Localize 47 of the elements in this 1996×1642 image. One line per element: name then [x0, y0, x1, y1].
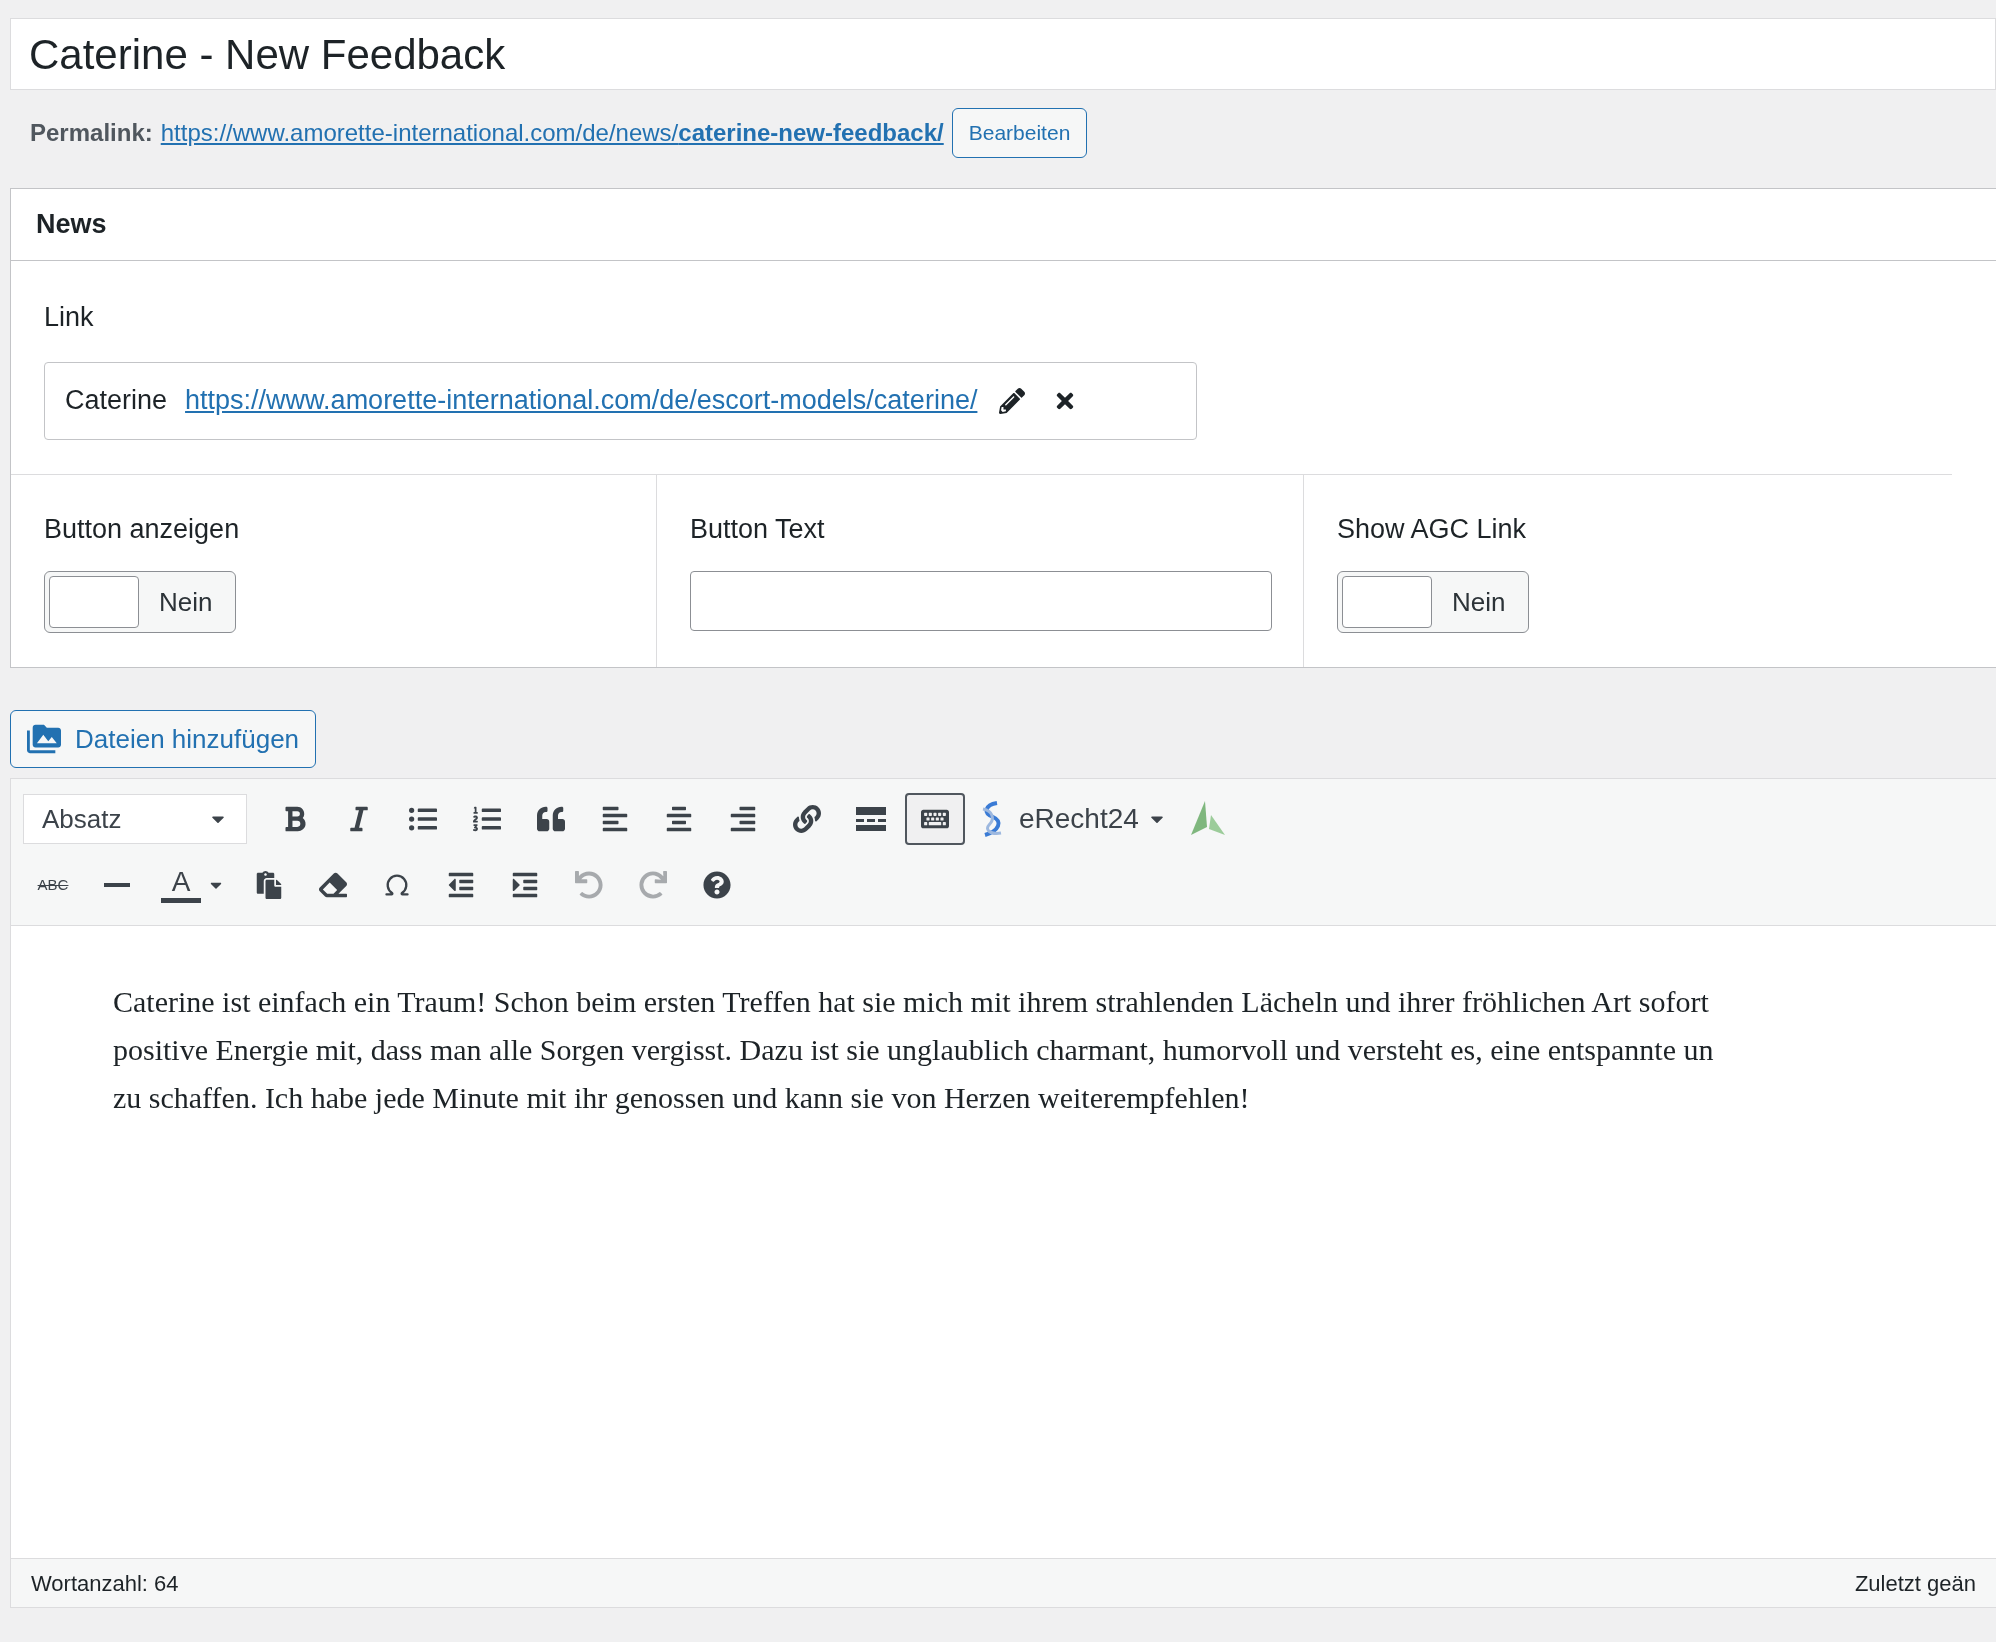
undo-icon: [575, 871, 603, 899]
toggle-state: Nein: [159, 585, 213, 619]
erecht-menu-button[interactable]: eRecht24: [969, 793, 1173, 845]
field-label: Link: [44, 301, 95, 334]
strikethrough-button[interactable]: ABC: [23, 859, 83, 911]
format-select[interactable]: Absatz: [23, 794, 247, 844]
align-left-icon: [601, 805, 629, 833]
link-icon: [793, 805, 821, 833]
field-label: Button anzeigen: [44, 512, 241, 546]
align-right-icon: [729, 805, 757, 833]
media-icon: [27, 722, 61, 756]
clipboard-icon: [255, 871, 283, 899]
panel-title: News: [36, 208, 107, 242]
toggle-state: Nein: [1452, 585, 1506, 619]
keyboard-button[interactable]: [905, 793, 965, 845]
paragraph-line: zu schaffen. Ich habe jede Minute mit ihr genossen und kann sie von Herzen weiterempfehlen!: [113, 1080, 1250, 1116]
paragraph-line: Caterine ist einfach ein Traum! Schon beim ersten Treffen hat sie mich mit ihrem strahlenden Lächeln und ihrer fröhlichen Art sofort: [113, 984, 1709, 1020]
link-url[interactable]: https://www.amorette-international.com/de/escort-models/caterine/: [185, 380, 978, 421]
text-input[interactable]: [690, 571, 1272, 631]
title-field[interactable]: Caterine - New Feedback: [10, 18, 1996, 90]
permalink-link[interactable]: https://www.amorette-international.com/de/news/caterine-new-feedback/: [160, 115, 944, 151]
edit-button[interactable]: Bearbeiten: [951, 108, 1088, 158]
indent-icon: [511, 871, 539, 899]
help-icon: [703, 871, 731, 899]
permalink-label: Permalink:: [30, 118, 153, 148]
eraser-icon: [319, 871, 347, 899]
quote-icon: [537, 805, 565, 833]
link-text: Caterine: [65, 384, 168, 418]
redo-icon: [639, 871, 667, 899]
paragraph-line: positive Energie mit, dass man alle Sorgen vergisst. Dazu ist sie unglaublich charmant, humorvoll und versteht es, eine entspannte un: [113, 1032, 1714, 1068]
toggle-switch[interactable]: Nein: [1337, 571, 1529, 633]
add-media-button[interactable]: Dateien hinzufügen: [10, 710, 317, 768]
bulleted-list-icon: [409, 805, 437, 833]
color-swatch: [161, 897, 201, 903]
numbered-list-icon: [473, 805, 501, 833]
read-more-icon: [856, 807, 886, 831]
toggle-switch[interactable]: Nein: [44, 571, 236, 633]
last-edited-text: Zuletzt geän: [1854, 1569, 1976, 1598]
align-center-icon: [665, 805, 693, 833]
edit-icon[interactable]: [999, 387, 1026, 414]
field-label: Button Text: [690, 512, 826, 546]
link-field[interactable]: Caterine https://www.amorette-international.com/de/escort-models/caterine/: [44, 361, 1197, 440]
outdent-icon: [447, 871, 475, 899]
text-color-letter: A: [171, 867, 191, 896]
word-count: Wortanzahl: 64: [31, 1569, 179, 1598]
field-label: Show AGC Link: [1337, 512, 1528, 546]
text-color-button[interactable]: A: [151, 859, 235, 911]
